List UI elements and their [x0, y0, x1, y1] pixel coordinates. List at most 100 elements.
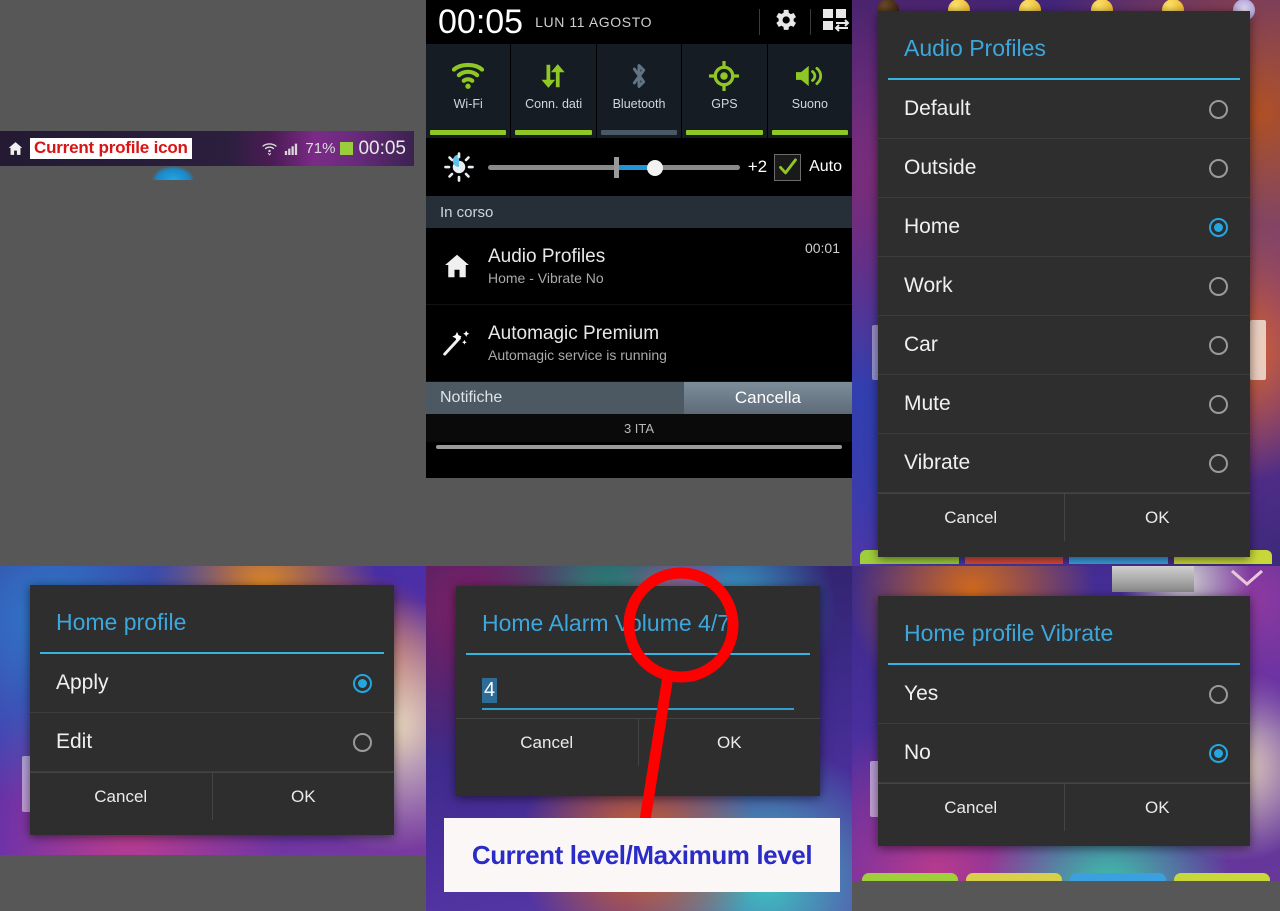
- ok-button[interactable]: OK: [1065, 784, 1251, 831]
- auto-brightness-label: Auto: [809, 158, 842, 175]
- option-no[interactable]: No: [878, 724, 1250, 783]
- option-apply[interactable]: Apply: [30, 654, 394, 713]
- status-bar-right-cluster: 71% 00:05: [261, 138, 414, 160]
- toggle-sound[interactable]: Suono: [767, 44, 852, 138]
- clear-notifications-button[interactable]: Cancella: [683, 382, 852, 414]
- radio-button[interactable]: [1209, 99, 1228, 119]
- cancel-button[interactable]: Cancel: [30, 773, 213, 820]
- cancel-button[interactable]: Cancel: [878, 784, 1065, 831]
- notification-title: Audio Profiles: [488, 245, 606, 267]
- toggle-state-bar: [771, 130, 849, 135]
- vibrate-dialog: Home profile Vibrate Yes No Cancel OK: [878, 596, 1250, 846]
- radio-button[interactable]: [353, 732, 372, 752]
- notification-audio-profiles[interactable]: Audio Profiles Home - Vibrate No 00:01: [426, 228, 852, 305]
- auto-brightness-checkbox[interactable]: [774, 153, 802, 181]
- brightness-slider[interactable]: [488, 156, 740, 178]
- panel-audio-profiles-dialog: Audio Profiles Default Outside Home Work…: [852, 0, 1280, 566]
- android-status-bar[interactable]: Current profile icon 71% 00:05: [0, 131, 414, 166]
- sound-icon: [793, 54, 827, 98]
- option-yes[interactable]: Yes: [878, 665, 1250, 724]
- profile-option-outside[interactable]: Outside: [878, 139, 1250, 198]
- chevron-down-icon: [1231, 569, 1263, 586]
- slider-knob[interactable]: [646, 160, 663, 176]
- notifications-tab[interactable]: Notifiche: [426, 382, 684, 414]
- wallpaper-shape: [1112, 566, 1194, 592]
- toggle-wifi[interactable]: Wi-Fi: [426, 44, 512, 138]
- toggle-label: Wi-Fi: [453, 97, 483, 111]
- data-connection-icon: [539, 54, 569, 98]
- toggle-gps[interactable]: GPS: [682, 44, 768, 138]
- dialog-buttons: Cancel OK: [456, 718, 820, 766]
- gear-icon[interactable]: [771, 6, 799, 39]
- wallpaper-highlight: [152, 166, 194, 180]
- quick-toggle-row: Wi-Fi Conn. dati Bluetooth GPS Suono: [426, 44, 852, 138]
- option-label: Outside: [904, 156, 977, 179]
- profile-option-car[interactable]: Car: [878, 316, 1250, 375]
- cancel-button[interactable]: Cancel: [456, 719, 639, 766]
- radio-button[interactable]: [1209, 217, 1228, 237]
- toggle-bluetooth[interactable]: Bluetooth: [596, 44, 683, 138]
- wallpaper-shape: [1250, 320, 1266, 380]
- radio-button[interactable]: [1209, 335, 1228, 355]
- radio-button[interactable]: [1209, 158, 1228, 178]
- notification-subtitle: Home - Vibrate No: [488, 269, 604, 286]
- option-label: Default: [904, 97, 971, 120]
- option-edit[interactable]: Edit: [30, 713, 394, 772]
- slider-fill: [613, 165, 650, 170]
- gps-icon: [709, 54, 740, 98]
- option-label: Home: [904, 215, 961, 238]
- battery-icon: [340, 142, 354, 155]
- panel-notification-shade: 00:05 LUN 11 AGOSTO Wi-Fi Conn. dati Blu…: [426, 0, 852, 566]
- volume-input-value: 4: [482, 678, 498, 703]
- dialog-buttons: Cancel OK: [30, 772, 394, 820]
- ok-button[interactable]: OK: [1065, 494, 1251, 541]
- dialog-title: Home profile: [56, 609, 187, 635]
- brightness-row: +2 Auto: [426, 138, 852, 196]
- check-icon: [778, 158, 797, 175]
- notification-title: Automagic Premium: [488, 322, 660, 344]
- profile-option-home[interactable]: Home: [878, 198, 1250, 257]
- cancel-button[interactable]: Cancel: [878, 494, 1065, 541]
- gray-backdrop: [0, 855, 426, 911]
- wifi-icon: [451, 54, 485, 98]
- handle-bar: [436, 445, 842, 449]
- toggle-label: Conn. dati: [525, 97, 583, 111]
- battery-percent: 71%: [305, 140, 336, 157]
- quick-settings-grid-icon[interactable]: [822, 7, 852, 38]
- profile-option-vibrate[interactable]: Vibrate: [878, 434, 1250, 493]
- profile-option-work[interactable]: Work: [878, 257, 1250, 316]
- option-label: Apply: [56, 671, 109, 694]
- annotation-caption-box: Current level/Maximum level: [444, 818, 840, 892]
- gray-backdrop: [852, 881, 1280, 911]
- status-bar-clock: 00:05: [358, 137, 406, 159]
- carrier-label: 3 ITA: [426, 414, 852, 442]
- home-profile-dialog: Home profile Apply Edit Cancel OK: [30, 585, 394, 835]
- shade-date: LUN 11 AGOSTO: [535, 14, 653, 30]
- radio-button[interactable]: [353, 673, 372, 693]
- shade-drag-handle[interactable]: [426, 442, 852, 452]
- notification-time: 00:01: [804, 240, 840, 256]
- radio-button[interactable]: [1209, 684, 1228, 704]
- option-label: Car: [904, 333, 938, 356]
- dialog-buttons: Cancel OK: [878, 783, 1250, 831]
- toggle-label: Bluetooth: [612, 97, 666, 111]
- current-profile-annotation-label: Current profile icon: [30, 138, 192, 159]
- bluetooth-icon: [626, 54, 652, 98]
- shade-header-actions: [748, 0, 852, 44]
- dialog-title: Home Alarm Volume 4/7: [482, 610, 731, 636]
- ok-button[interactable]: OK: [639, 719, 821, 766]
- volume-input[interactable]: 4: [482, 669, 794, 710]
- radio-button[interactable]: [1209, 276, 1228, 296]
- screenshot-collage: Current profile icon 71% 00:05 00:05 LUN…: [0, 0, 1280, 911]
- panel-home-profile-dialog: Home profile Apply Edit Cancel OK: [0, 566, 426, 855]
- shade-clock: 00:05: [438, 3, 524, 41]
- radio-button[interactable]: [1209, 743, 1228, 763]
- notification-automagic[interactable]: Automagic Premium Automagic service is r…: [426, 305, 852, 382]
- profile-option-mute[interactable]: Mute: [878, 375, 1250, 434]
- notification-shade: 00:05 LUN 11 AGOSTO Wi-Fi Conn. dati Blu…: [426, 0, 852, 478]
- radio-button[interactable]: [1209, 394, 1228, 414]
- toggle-data-connection[interactable]: Conn. dati: [511, 44, 597, 138]
- profile-option-default[interactable]: Default: [878, 80, 1250, 139]
- ok-button[interactable]: OK: [213, 773, 395, 820]
- radio-button[interactable]: [1209, 453, 1228, 473]
